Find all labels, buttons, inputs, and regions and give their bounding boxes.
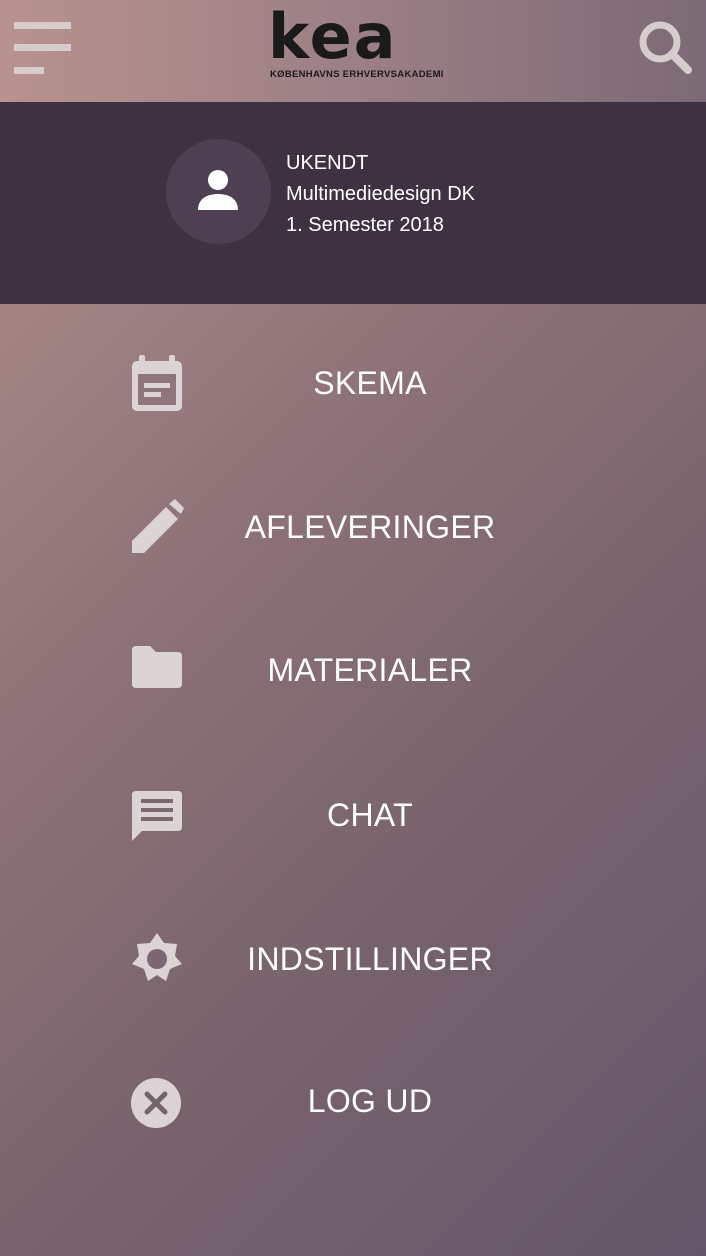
pencil-icon: [132, 499, 184, 553]
profile-info: UKENDT Multimediedesign DK 1. Semester 2…: [286, 148, 475, 241]
gear-icon: [132, 933, 182, 981]
nav-label-indstillinger: INDSTILLINGER: [247, 941, 493, 977]
nav-item-materialer[interactable]: MATERIALER: [0, 615, 706, 725]
profile-name: UKENDT: [286, 152, 369, 174]
kea-logo: kea KØBENHAVNS ERHVERVSAKADEMI: [268, 6, 443, 84]
nav-item-log-ud[interactable]: LOG UD: [0, 1046, 706, 1156]
nav-label-materialer: MATERIALER: [267, 652, 473, 688]
nav-item-afleveringer[interactable]: AFLEVERINGER: [0, 472, 706, 582]
profile-semester: 1. Semester 2018: [286, 214, 444, 236]
nav-label-log-ud: LOG UD: [307, 1083, 433, 1119]
chat-icon: [132, 791, 182, 841]
nav-label-chat: CHAT: [327, 797, 413, 833]
calendar-icon: [132, 355, 182, 411]
search-icon[interactable]: [638, 20, 692, 74]
avatar[interactable]: [166, 139, 271, 244]
folder-icon: [132, 646, 182, 688]
nav-item-skema[interactable]: SKEMA: [0, 328, 706, 438]
top-bar: kea KØBENHAVNS ERHVERVSAKADEMI: [0, 0, 706, 102]
nav-label-skema: SKEMA: [313, 365, 427, 401]
profile-panel: UKENDT Multimediedesign DK 1. Semester 2…: [0, 102, 706, 304]
logo-wordmark: kea: [268, 0, 398, 73]
logo-subtitle: KØBENHAVNS ERHVERVSAKADEMI: [270, 69, 444, 80]
hamburger-menu-icon[interactable]: [14, 22, 72, 76]
profile-program: Multimediedesign DK: [286, 183, 475, 205]
nav-label-afleveringer: AFLEVERINGER: [244, 509, 496, 545]
nav-item-indstillinger[interactable]: INDSTILLINGER: [0, 904, 706, 1014]
nav-item-chat[interactable]: CHAT: [0, 760, 706, 870]
app-screen: kea KØBENHAVNS ERHVERVSAKADEMI UKENDT Mu…: [0, 0, 706, 1256]
close-circle-icon: [131, 1078, 181, 1128]
person-icon: [198, 170, 238, 210]
